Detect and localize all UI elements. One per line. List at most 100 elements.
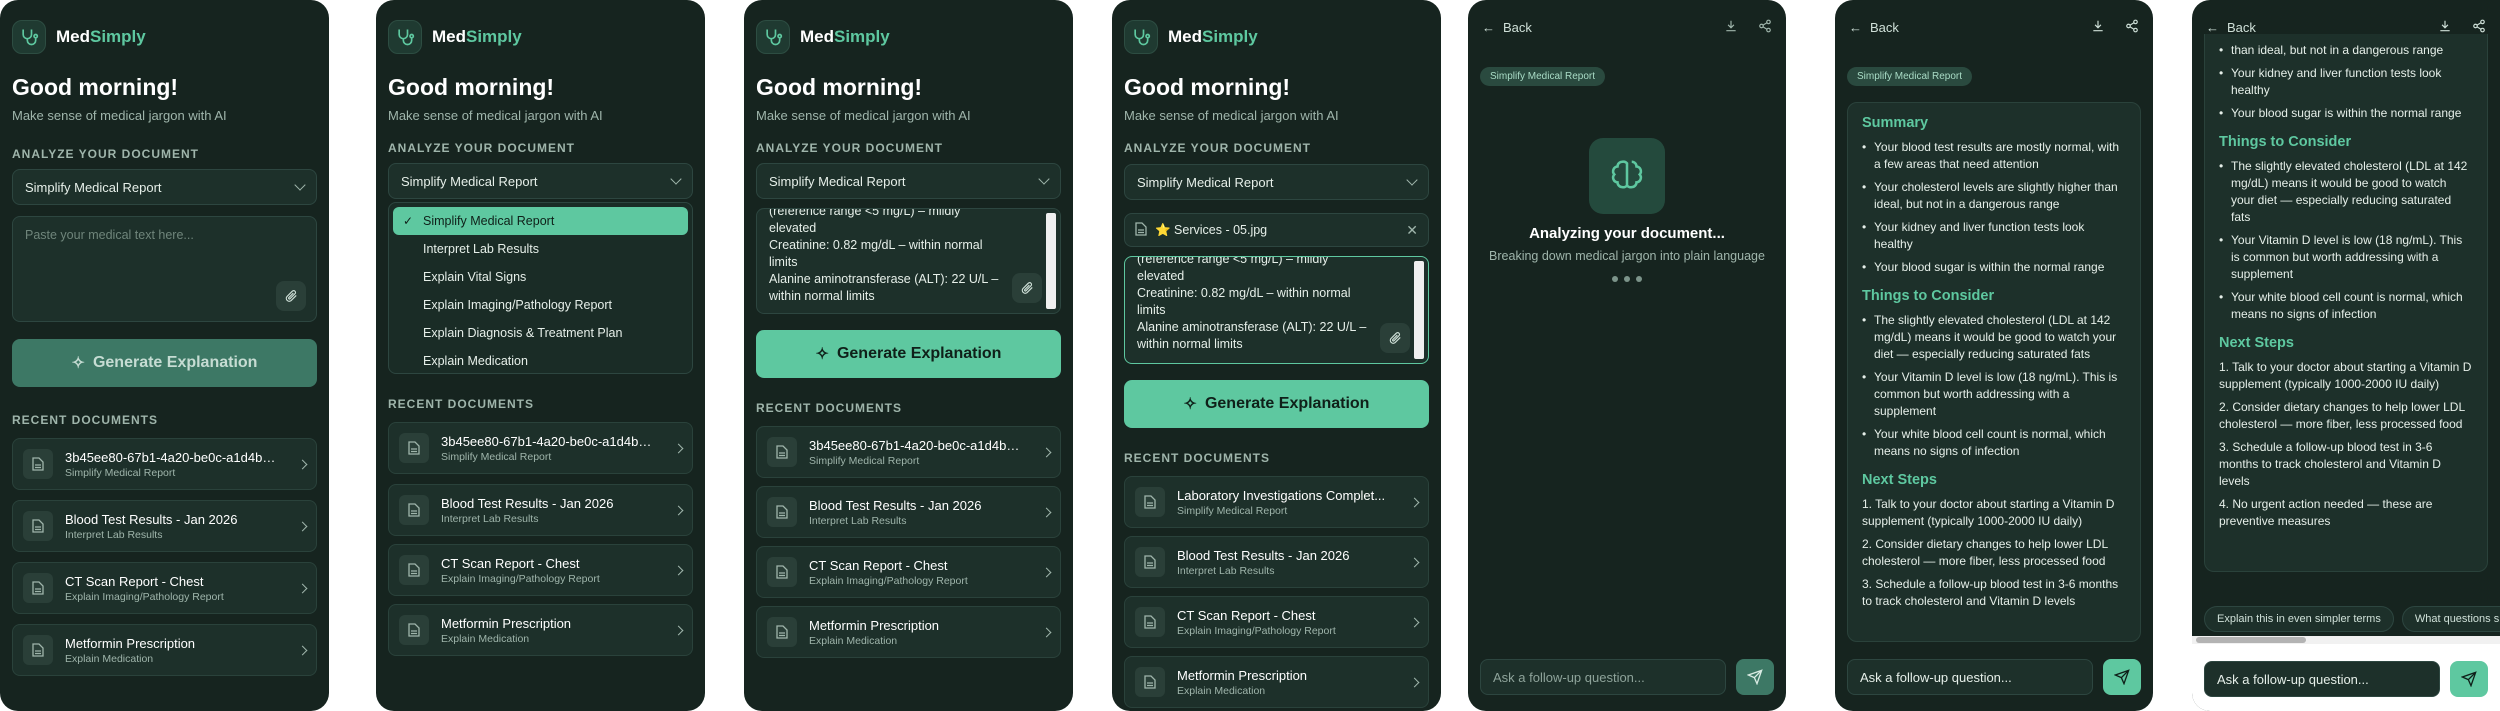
menu-item-medication[interactable]: Explain Medication <box>393 347 688 375</box>
doc-type-select[interactable]: Simplify Medical Report <box>12 169 317 205</box>
doc-type-select[interactable]: Simplify Medical Report <box>388 163 693 199</box>
pasted-text: (reference range <5 mg/L) – mildly elevat… <box>769 208 999 303</box>
next-steps-list: 1. Talk to your doctor about starting a … <box>2219 360 2472 528</box>
back-button[interactable]: ← Back <box>1849 20 1899 35</box>
share-icon[interactable] <box>2472 19 2486 36</box>
sparkle-icon: ✧ <box>815 346 829 363</box>
doc-type-tag: Simplify Medical Report <box>1847 67 1973 86</box>
document-icon <box>767 557 797 587</box>
recent-sub: Interpret Lab Results <box>1177 564 1275 577</box>
select-value: Simplify Medical Report <box>25 179 162 195</box>
recent-item[interactable]: CT Scan Report - Chest Explain Imaging/Pa… <box>388 544 693 596</box>
subtitle: Make sense of medical jargon with AI <box>756 108 971 123</box>
followup-input[interactable]: Ask a follow-up question... <box>1480 659 1726 695</box>
share-icon[interactable] <box>1758 19 1772 36</box>
document-icon <box>1135 487 1165 517</box>
recent-item[interactable]: Blood Test Results - Jan 2026 Interpret L… <box>12 500 317 552</box>
brand-name: MedSimply <box>1168 27 1258 46</box>
select-value: Simplify Medical Report <box>1137 174 1274 190</box>
chevron-right-icon <box>297 645 308 655</box>
back-button[interactable]: ← Back <box>2206 20 2256 35</box>
followup-input[interactable]: Ask a follow-up question... <box>2204 661 2440 697</box>
stethoscope-icon <box>756 20 790 54</box>
greeting: Good morning! <box>756 74 923 100</box>
close-icon[interactable]: ✕ <box>1406 222 1418 239</box>
file-name: ⭐ Services - 05.jpg <box>1155 222 1268 237</box>
doc-type-menu: Simplify Medical Report Interpret Lab Re… <box>388 202 693 374</box>
recent-sub: Interpret Lab Results <box>441 512 539 525</box>
send-button[interactable] <box>1736 659 1774 695</box>
horizontal-scrollbar[interactable] <box>2192 636 2500 644</box>
download-icon[interactable] <box>2438 19 2452 36</box>
greeting: Good morning! <box>1124 74 1291 100</box>
recent-item[interactable]: Metformin Prescription Explain Medication <box>12 624 317 676</box>
recent-item[interactable]: Metformin Prescription Explain Medication <box>1124 656 1429 708</box>
recent-item[interactable]: Blood Test Results - Jan 2026 Interpret L… <box>1124 536 1429 588</box>
paperclip-icon[interactable] <box>1380 323 1410 353</box>
recent-item[interactable]: Laboratory Investigations Complet... Simp… <box>1124 476 1429 528</box>
select-value: Simplify Medical Report <box>401 173 538 189</box>
generate-button[interactable]: ✧ Generate Explanation <box>12 339 317 387</box>
chevron-right-icon <box>673 505 684 515</box>
doc-type-tag: Simplify Medical Report <box>1480 67 1606 86</box>
doc-type-select[interactable]: Simplify Medical Report <box>1124 164 1429 200</box>
followup-input[interactable]: Ask a follow-up question... <box>1847 659 2093 695</box>
recent-item[interactable]: Metformin Prescription Explain Medication <box>388 604 693 656</box>
recent-item[interactable]: Blood Test Results - Jan 2026 Interpret L… <box>756 486 1061 538</box>
paperclip-icon[interactable] <box>276 281 306 311</box>
menu-item-vital-signs[interactable]: Explain Vital Signs <box>393 263 688 291</box>
chevron-down-icon <box>670 173 682 185</box>
share-icon[interactable] <box>2125 19 2139 36</box>
chevron-right-icon <box>1409 557 1420 567</box>
document-icon <box>23 573 53 603</box>
document-icon <box>1135 667 1165 697</box>
download-icon[interactable] <box>1724 19 1738 36</box>
suggestion-chip[interactable]: What questions should <box>2401 606 2500 632</box>
menu-item-imaging[interactable]: Explain Imaging/Pathology Report <box>393 291 688 319</box>
send-button[interactable] <box>2103 659 2141 695</box>
recent-item[interactable]: CT Scan Report - Chest Explain Imaging/Pa… <box>1124 596 1429 648</box>
suggestion-chip[interactable]: Explain this in even simpler terms <box>2204 606 2394 632</box>
screen-result: ←Back Simplify Medical Report Summary Yo… <box>1835 0 2153 711</box>
arrow-left-icon: ← <box>1482 19 1495 35</box>
recent-sub: Interpret Lab Results <box>809 514 907 527</box>
recent-title: Blood Test Results - Jan 2026 <box>441 495 614 511</box>
recent-title: CT Scan Report - Chest <box>441 555 580 571</box>
menu-item-simplify[interactable]: Simplify Medical Report <box>393 207 688 235</box>
menu-item-diagnosis[interactable]: Explain Diagnosis & Treatment Plan <box>393 319 688 347</box>
document-icon <box>767 497 797 527</box>
scrollbar[interactable] <box>1046 213 1056 309</box>
scrollbar[interactable] <box>1414 261 1424 359</box>
download-icon[interactable] <box>2091 19 2105 36</box>
arrow-left-icon: ← <box>2206 19 2219 35</box>
recent-item[interactable]: Metformin Prescription Explain Medication <box>756 606 1061 658</box>
brain-icon <box>1589 138 1665 214</box>
recent-item[interactable]: 3b45ee80-67b1-4a20-be0c-a1d4b3f... Simpli… <box>12 438 317 490</box>
recent-item[interactable]: Blood Test Results - Jan 2026 Interpret L… <box>388 484 693 536</box>
recent-item[interactable]: CT Scan Report - Chest Explain Imaging/Pa… <box>12 562 317 614</box>
recent-item[interactable]: 3b45ee80-67b1-4a20-be0c-a1d4b3f... Simpli… <box>388 422 693 474</box>
document-icon <box>1135 221 1147 239</box>
medical-text-input[interactable]: (reference range <5 mg/L) – mildly elevat… <box>756 208 1061 314</box>
chevron-right-icon <box>297 583 308 593</box>
next-steps-heading: Next Steps <box>2219 335 2294 351</box>
doc-type-select[interactable]: Simplify Medical Report <box>756 163 1061 199</box>
subtitle: Make sense of medical jargon with AI <box>12 108 227 123</box>
back-button[interactable]: ← Back <box>1482 20 1532 35</box>
send-button[interactable] <box>2450 661 2488 697</box>
generate-button[interactable]: ✧ Generate Explanation <box>1124 380 1429 428</box>
stethoscope-icon <box>1124 20 1158 54</box>
screen-home-dropdown: MedSimply Good morning! Make sense of me… <box>376 0 705 711</box>
generate-button[interactable]: ✧ Generate Explanation <box>756 330 1061 378</box>
paperclip-icon[interactable] <box>1012 273 1042 303</box>
medical-text-input[interactable]: Paste your medical text here... <box>12 216 317 322</box>
chevron-right-icon <box>297 459 308 469</box>
attached-file: ⭐ Services - 05.jpg ✕ <box>1124 213 1429 247</box>
medical-text-input[interactable]: (reference range <5 mg/L) – mildly elevat… <box>1124 256 1429 364</box>
recent-item[interactable]: CT Scan Report - Chest Explain Imaging/Pa… <box>756 546 1061 598</box>
recent-sub: Interpret Lab Results <box>65 528 163 541</box>
recent-item[interactable]: 3b45ee80-67b1-4a20-be0c-a1d4b3f... Simpli… <box>756 426 1061 478</box>
chevron-down-icon <box>294 179 306 191</box>
menu-item-lab-results[interactable]: Interpret Lab Results <box>393 235 688 263</box>
recent-sub: Explain Imaging/Pathology Report <box>65 590 224 603</box>
